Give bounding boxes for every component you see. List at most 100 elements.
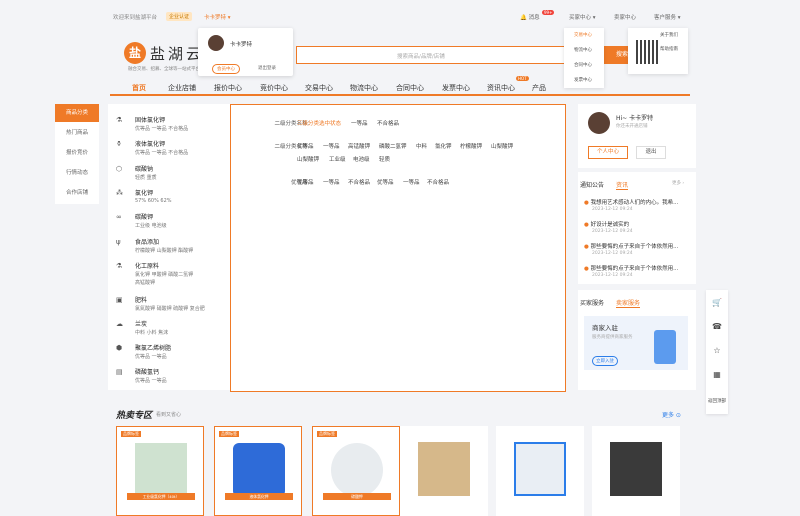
sidebar-item-categories[interactable]: 商品分类	[55, 104, 99, 122]
menu-item-help[interactable]: 帮助指南	[660, 46, 678, 52]
news-item[interactable]: ● 那些要悔的点子来自于个体依然用...	[584, 264, 690, 272]
nav-home[interactable]: 首页	[132, 83, 146, 93]
subcategory-link[interactable]: 三级分类选中状态	[297, 119, 341, 127]
nav-contract[interactable]: 合同中心	[396, 83, 424, 93]
subcategory-link[interactable]: 中料	[416, 142, 427, 150]
cart-icon[interactable]: 🛒	[706, 298, 728, 307]
more-link[interactable]: 更多 ⊙	[662, 410, 681, 419]
tab-buyer-service[interactable]: 买家服务	[580, 298, 604, 307]
subcategory-link[interactable]: 电池级	[353, 155, 370, 163]
sidebar-item-market[interactable]: 行情动态	[55, 164, 99, 182]
subcategory-panel: 二级分类名称： 三级分类选中状态 一等品 不合格品 二级分类名称： 优等品 一等…	[230, 104, 566, 392]
seller-center-link[interactable]: 卖家中心	[614, 13, 636, 21]
personal-center-button[interactable]: 个人中心	[588, 146, 628, 159]
subcategory-link[interactable]: 山梨酸钾	[297, 155, 319, 163]
sidebar-item-quote[interactable]: 报价竞价	[55, 144, 99, 162]
nav-bidding[interactable]: 竞价中心	[260, 83, 288, 93]
top-user-link[interactable]: 卡卡罗特 ▾	[204, 13, 231, 21]
tab-news[interactable]: 资讯	[616, 180, 629, 190]
logout-button[interactable]: 退出	[636, 146, 666, 159]
sidebar-item-hot[interactable]: 热门商品	[55, 124, 99, 142]
fork-icon: ψ	[116, 238, 121, 246]
product-card[interactable]: 品牌标签 液体氯化钾	[214, 426, 302, 516]
customer-service-menu[interactable]: 客户服务 ▾	[654, 13, 681, 21]
search-input[interactable]: 搜索商品/品牌/店铺	[397, 52, 445, 60]
nav-invoice[interactable]: 发票中心	[442, 83, 470, 93]
buyer-center-menu[interactable]: 买家中心 ▾	[569, 13, 596, 21]
menu-item-invoice[interactable]: 发票中心	[574, 77, 592, 83]
sidebar-item-partners[interactable]: 合作店铺	[55, 184, 99, 202]
logo-mark[interactable]: 盐	[124, 42, 146, 64]
subcategory-link[interactable]: 一等品	[323, 178, 340, 186]
message-link[interactable]: 🔔 消息	[520, 13, 540, 21]
logout-button[interactable]: 退出登录	[254, 64, 280, 72]
subcategory-link[interactable]: 不合格品	[377, 119, 399, 127]
more-link[interactable]: 更多 ›	[672, 180, 684, 186]
user-dropdown: 卡卡罗特 会员中心 退出登录	[198, 28, 293, 76]
qr-code-icon	[636, 40, 660, 64]
product-card[interactable]	[496, 426, 584, 516]
news-date: 2023-12-12 09:24	[592, 273, 633, 278]
subcategory-link[interactable]: 一等品	[403, 178, 420, 186]
news-item[interactable]: ● 那些要悔的点子来自于个体依然用...	[584, 242, 690, 250]
service-dropdown: 关于我们 帮助指南	[628, 28, 688, 74]
member-center-button[interactable]: 会员中心	[212, 64, 240, 74]
menu-item-logistics[interactable]: 物流中心	[574, 47, 592, 53]
subcategory-link[interactable]: 山梨酸钾	[491, 142, 513, 150]
subcategory-link[interactable]: 磷酸二氢钾	[379, 142, 407, 150]
news-date: 2023-12-12 09:24	[592, 251, 633, 256]
product-card[interactable]	[592, 426, 680, 516]
user-shop-status: 你还未开通店铺	[616, 124, 648, 129]
subcategory-link[interactable]: 优等品	[377, 178, 394, 186]
welcome-text: 欢迎来到盐湖平台	[113, 15, 158, 21]
subcategory-link[interactable]: 一等品	[351, 119, 368, 127]
headset-icon[interactable]: ☎	[706, 322, 728, 331]
news-item[interactable]: ● 我想用艺术感动人们的内心。我希...	[584, 198, 690, 206]
molecule-icon: ⬡	[116, 165, 123, 173]
subcategory-link[interactable]: 优等品	[297, 142, 314, 150]
floating-toolbar: 🛒 ☎ ☆ ▦ 返回顶部	[706, 290, 728, 414]
product-badge: 品牌标签	[219, 431, 239, 437]
star-icon[interactable]: ☆	[706, 346, 728, 355]
nav-shops[interactable]: 企业店铺	[168, 83, 196, 93]
subcategory-link[interactable]: 高锰酸钾	[348, 142, 370, 150]
nav-products[interactable]: 产品	[532, 83, 546, 93]
subcategory-link[interactable]: 不合格品	[348, 178, 370, 186]
product-card[interactable]	[400, 426, 488, 516]
menu-item-contract[interactable]: 合同中心	[574, 62, 592, 68]
bag-icon: ▤	[116, 368, 123, 376]
menu-item-about[interactable]: 关于我们	[660, 32, 678, 38]
nav-news[interactable]: 资讯中心	[487, 83, 515, 93]
verify-badge[interactable]: 企业认证	[166, 12, 193, 21]
message-count-badge: 99+	[542, 10, 555, 15]
tab-seller-service[interactable]: 卖家服务	[616, 298, 641, 308]
avatar	[588, 112, 610, 134]
cloud-icon: ☁	[116, 320, 123, 328]
product-image	[233, 443, 285, 497]
nav-logistics[interactable]: 物流中心	[350, 83, 378, 93]
grid-icon[interactable]: ▦	[706, 370, 728, 379]
menu-item-trade[interactable]: 交易中心	[574, 32, 592, 38]
hot-section-sub: 看到又省心	[156, 412, 182, 418]
join-now-button[interactable]: 立即入驻	[592, 356, 618, 366]
product-card[interactable]: 品牌标签 碳酸钾	[312, 426, 400, 516]
subcategory-link[interactable]: 工业级	[329, 155, 346, 163]
back-to-top-button[interactable]: 返回顶部	[706, 398, 728, 404]
nav-quote[interactable]: 报价中心	[214, 83, 242, 93]
nav-trade[interactable]: 交易中心	[305, 83, 333, 93]
subcategory-link[interactable]: 优等品	[297, 178, 314, 186]
subcategory-link[interactable]: 氯化钾	[435, 142, 452, 150]
resin-icon: ⬢	[116, 344, 123, 352]
subcategory-link[interactable]: 不合格品	[427, 178, 449, 186]
avatar	[208, 35, 224, 51]
subcategory-link[interactable]: 轻质	[379, 155, 390, 163]
subcategory-link[interactable]: 一等品	[323, 142, 340, 150]
service-card: 买家服务 卖家服务 商家入驻 服务商提供商家服务 立即入驻	[578, 290, 696, 390]
tab-notice[interactable]: 通知公告	[580, 180, 604, 189]
subcategory-link[interactable]: 柠檬酸钾	[460, 142, 482, 150]
logo-name[interactable]: 盐湖云	[150, 43, 204, 64]
fertilizer-icon: ▣	[116, 296, 123, 304]
news-item[interactable]: ● 好设计是诚实的	[584, 220, 690, 228]
product-card[interactable]: 品牌标签 工业级氯化钾（40t）	[116, 426, 204, 516]
product-image	[610, 442, 662, 496]
